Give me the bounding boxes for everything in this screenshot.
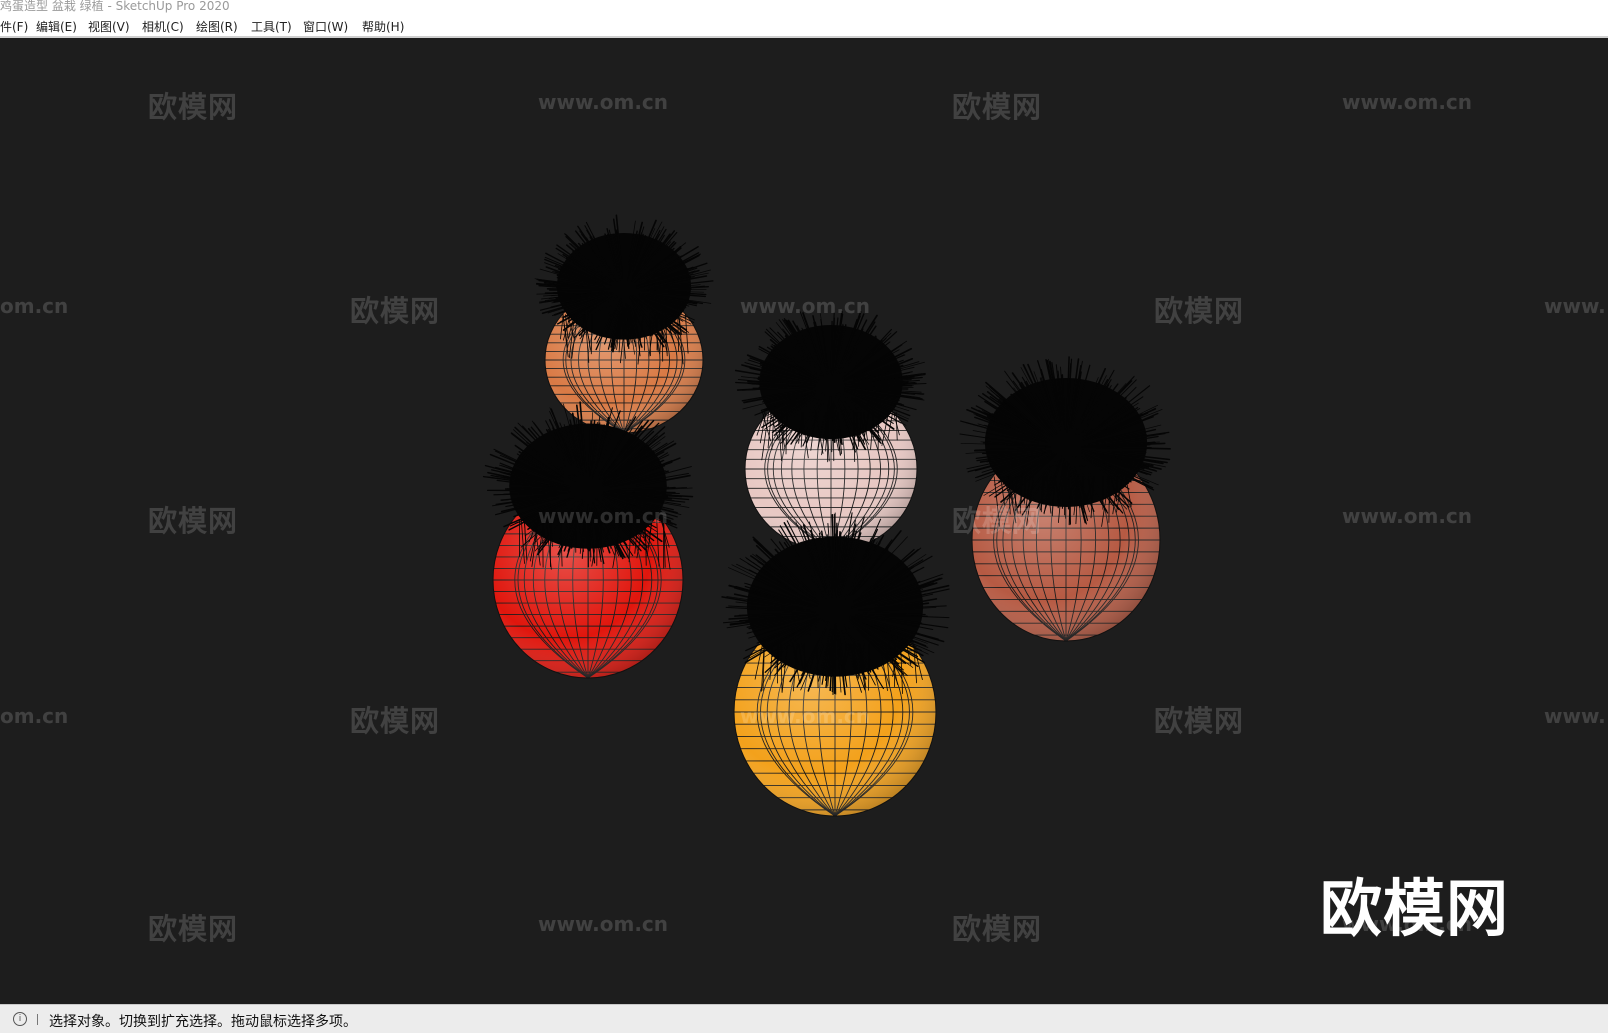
menu-file[interactable]: 件(F): [0, 18, 28, 35]
pot-red-left[interactable]: [482, 401, 694, 679]
menu-edit[interactable]: 编辑(E): [36, 18, 77, 35]
menu-bar: 件(F) 编辑(E) 视图(V) 相机(C) 绘图(R) 工具(T) 窗口(W)…: [0, 14, 1608, 38]
info-icon[interactable]: i: [13, 1012, 27, 1026]
pot-orange-top[interactable]: [534, 214, 714, 434]
status-divider: [37, 1014, 38, 1025]
pot-terracotta-right[interactable]: [959, 356, 1171, 642]
pot-pink-center[interactable]: [734, 310, 927, 552]
window-title: 鸡蛋造型 盆栽 绿植 - SketchUp Pro 2020: [0, 0, 230, 13]
title-bar: 鸡蛋造型 盆栽 绿植 - SketchUp Pro 2020: [0, 0, 1608, 14]
menu-camera[interactable]: 相机(C): [142, 18, 184, 35]
model-viewport[interactable]: 欧模网 www.om.cn 欧模网 www.om.cn om.cn 欧模网 ww…: [0, 38, 1608, 1004]
menu-window[interactable]: 窗口(W): [303, 18, 348, 35]
menu-help[interactable]: 帮助(H): [362, 18, 404, 35]
pot-yellow-bottom[interactable]: [721, 512, 950, 817]
status-text: 选择对象。切换到扩充选择。拖动鼠标选择多项。: [49, 1014, 357, 1030]
brand-logo: 欧模网: [1320, 872, 1510, 945]
status-bar: i 选择对象。切换到扩充选择。拖动鼠标选择多项。: [0, 1004, 1608, 1033]
menu-draw[interactable]: 绘图(R): [196, 18, 238, 35]
menu-tools[interactable]: 工具(T): [251, 18, 292, 35]
menu-view[interactable]: 视图(V): [88, 18, 130, 35]
sketchup-window: 鸡蛋造型 盆栽 绿植 - SketchUp Pro 2020 件(F) 编辑(E…: [0, 0, 1608, 1033]
